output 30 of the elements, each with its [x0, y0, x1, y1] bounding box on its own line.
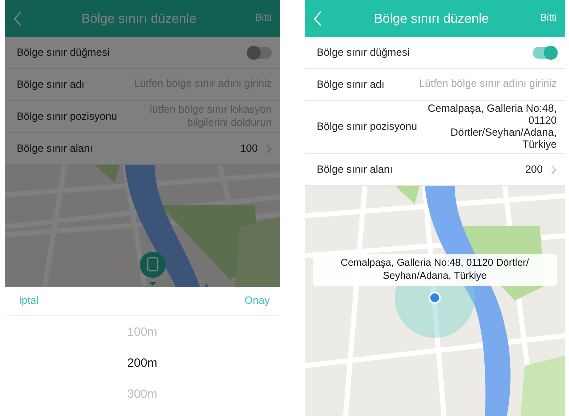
picker-option[interactable]: 300m [127, 387, 158, 401]
chevron-right-icon [266, 144, 272, 154]
address-callout: Cemalpaşa, Galleria No:48, 01120 Dörtler/ Seyhan/Adana, Türkiye [313, 254, 557, 286]
done-button[interactable]: Bitti [540, 13, 557, 24]
map-marker-icon [140, 252, 166, 286]
field-label: Bölge sınır pozisyonu [17, 110, 118, 122]
back-icon[interactable] [313, 10, 323, 26]
screen-title: Bölge sınırı düzenle [373, 11, 490, 26]
input-field[interactable]: Lütfen bölge sınır adını giriniz [392, 78, 557, 91]
location-pin-icon [429, 292, 441, 304]
field-label: Bölge sınır alanı [17, 142, 93, 154]
area-value: 200 [525, 164, 543, 176]
chevron-right-icon [551, 164, 557, 174]
field-label: Bölge sınır adı [17, 78, 85, 90]
field-label: Bölge sınır pozisyonu [317, 121, 418, 133]
address-value: Cemalpaşa, Galleria No:48, 01120 Dörtler/Seyhan/Adana, Türkiye [427, 102, 557, 153]
cancel-button[interactable]: Iptal [19, 295, 39, 307]
screen-title: Bölge sınırı düzenle [80, 11, 198, 26]
toggle-switch[interactable] [533, 46, 557, 58]
field-label: Bölge sınır alanı [317, 164, 393, 176]
area-value: 100 [240, 142, 258, 154]
done-button[interactable]: Bitti [255, 13, 272, 24]
field-label: Bölge sınır düğmesi [17, 46, 110, 58]
back-icon[interactable] [13, 10, 23, 26]
field-label: Bölge sınır adı [317, 78, 385, 90]
field-label: Bölge sınır düğmesi [317, 46, 410, 58]
picker-option[interactable]: 100m [127, 325, 158, 339]
toggle-switch[interactable] [248, 46, 272, 58]
confirm-button[interactable]: Onay [244, 295, 270, 307]
picker-option[interactable]: 200m [127, 356, 158, 370]
